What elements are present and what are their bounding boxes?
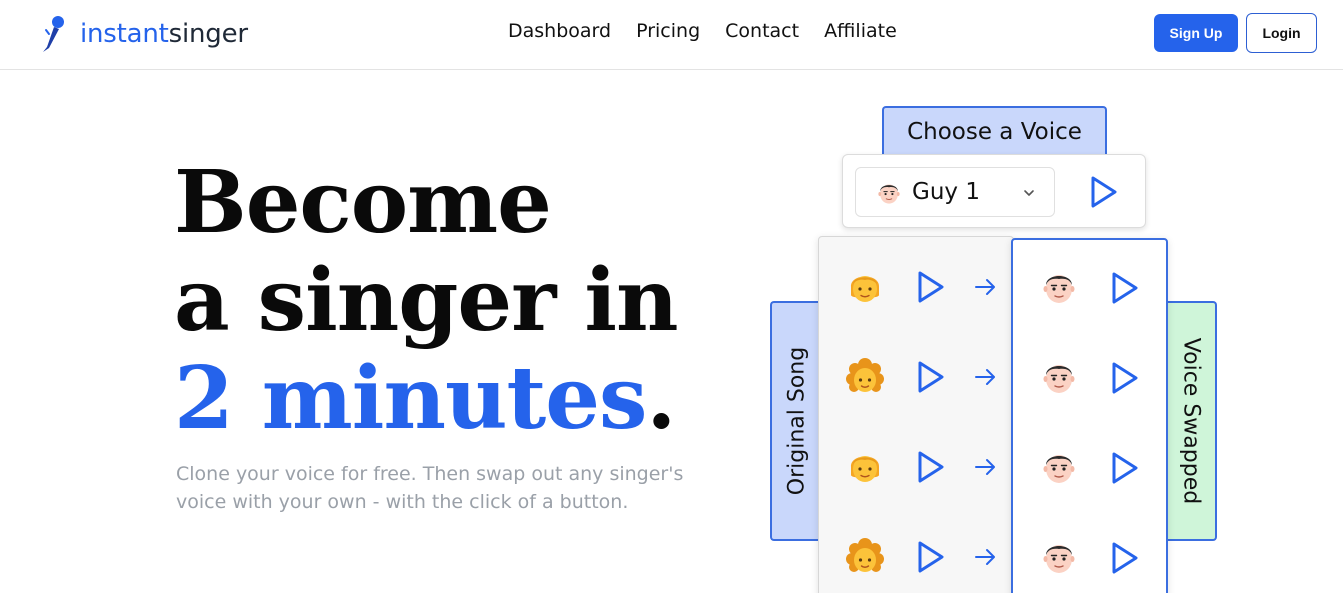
login-button[interactable]: Login [1246,13,1317,53]
voice-swapped-panel [1011,238,1168,593]
play-voice-preview-icon[interactable] [1089,175,1119,209]
choose-voice-tab: Choose a Voice [882,106,1107,158]
blond-singer-icon [846,267,884,305]
sign-up-button[interactable]: Sign Up [1154,14,1238,52]
arrow-right-icon [974,458,998,476]
guy-face-icon [1040,357,1078,395]
hero-period: . [646,348,676,449]
curly-singer-icon [846,537,884,575]
nav-contact[interactable]: Contact [725,20,799,42]
arrow-right-icon [974,548,998,566]
play-original-2-icon[interactable] [917,360,945,394]
guy-face-icon [1040,267,1078,305]
play-swapped-3-icon[interactable] [1111,451,1139,485]
hero-headline-line-3: 2 minutes. [174,356,676,442]
hero-subtitle: Clone your voice for free. Then swap out… [176,463,684,513]
arrow-right-icon [974,368,998,386]
play-original-4-icon[interactable] [917,540,945,574]
voice-swapped-tab: Voice Swapped [1166,301,1217,541]
original-song-tab: Original Song [770,301,822,541]
chevron-down-icon [1024,190,1034,196]
logo-text-instant: instant [80,19,169,49]
play-swapped-2-icon[interactable] [1111,361,1139,395]
nav-affiliate[interactable]: Affiliate [824,20,897,42]
nav-pricing[interactable]: Pricing [636,20,700,42]
curly-singer-icon [846,357,884,395]
play-original-3-icon[interactable] [917,450,945,484]
guy-face-icon [1040,537,1078,575]
play-original-1-icon[interactable] [917,270,945,304]
arrow-right-icon [974,278,998,296]
blond-singer-icon [846,447,884,485]
choose-voice-label: Choose a Voice [907,119,1082,145]
original-song-panel [818,236,1014,593]
voice-select-dropdown[interactable]: Guy 1 [855,167,1055,217]
microphone-logo-icon [43,16,64,52]
top-header: instantsinger Dashboard Pricing Contact … [0,0,1343,70]
logo-text-singer: singer [168,19,248,49]
original-song-label: Original Song [784,346,810,496]
play-swapped-1-icon[interactable] [1111,271,1139,305]
main-nav: Dashboard Pricing Contact Affiliate [508,20,897,42]
nav-dashboard[interactable]: Dashboard [508,20,611,42]
voice-swapped-label: Voice Swapped [1178,337,1203,505]
hero-headline-line-1: Become [174,152,552,253]
guy-face-icon [1040,447,1078,485]
play-swapped-4-icon[interactable] [1111,541,1139,575]
logo-wordmark: instantsinger [80,19,248,49]
logo[interactable]: instantsinger [40,14,248,54]
hero-headline-line-2: a singer in [174,250,679,351]
guy-face-icon [876,179,902,205]
selected-voice-label: Guy 1 [912,179,980,205]
hero-highlight: 2 minutes [174,348,647,449]
voice-picker-card: Guy 1 [842,154,1146,228]
